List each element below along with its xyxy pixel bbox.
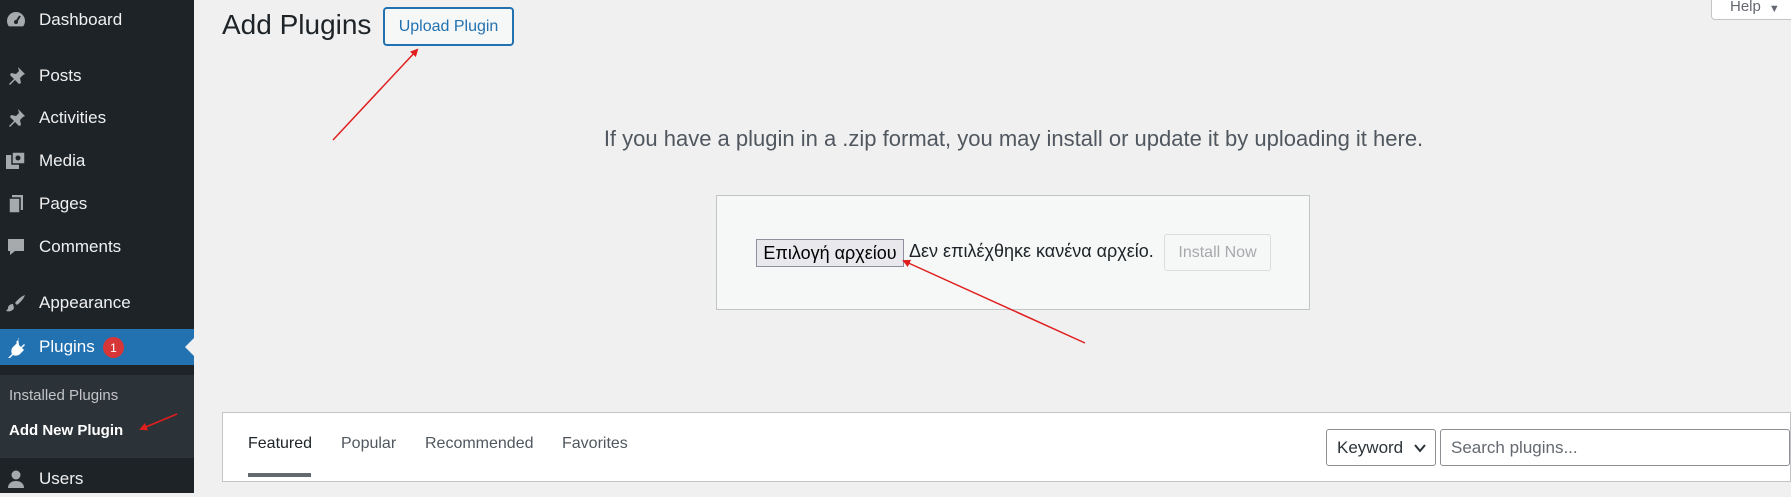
- menu-item-users[interactable]: Users: [0, 461, 194, 497]
- menu-label: Activities: [39, 108, 107, 127]
- chevron-down-icon: [1413, 440, 1427, 460]
- upload-plugin-form: Επιλογή αρχείου Δεν επιλέχθηκε κανένα αρ…: [716, 195, 1310, 310]
- menu-label: Posts: [39, 66, 82, 85]
- active-tab-indicator: [248, 473, 311, 477]
- pin-icon: [4, 65, 28, 87]
- menu-item-posts[interactable]: Posts: [0, 58, 194, 94]
- submenu-add-new-plugin[interactable]: Add New Plugin: [9, 422, 123, 439]
- menu-label: Comments: [39, 237, 122, 256]
- menu-label: Media: [39, 151, 86, 170]
- plugin-filter-bar: Featured Popular Recommended Favorites K…: [222, 412, 1791, 482]
- users-icon: [4, 468, 28, 490]
- menu-item-pages[interactable]: Pages: [0, 186, 194, 222]
- upload-plugin-button[interactable]: Upload Plugin: [383, 7, 514, 46]
- menu-label: Appearance: [39, 293, 131, 312]
- update-count-badge: 1: [103, 337, 124, 358]
- menu-item-dashboard[interactable]: Dashboard: [0, 2, 194, 38]
- media-icon: [4, 150, 28, 172]
- menu-label: Dashboard: [39, 10, 123, 29]
- menu-label: Pages: [39, 194, 88, 213]
- active-menu-arrow: [185, 338, 194, 356]
- search-plugins-input[interactable]: [1440, 429, 1790, 466]
- help-tab-label: Help: [1730, 0, 1761, 15]
- menu-item-appearance[interactable]: Appearance: [0, 285, 194, 321]
- search-type-value: Keyword: [1337, 437, 1404, 457]
- chevron-down-icon: ▼: [1768, 3, 1780, 15]
- help-tab[interactable]: Help ▼: [1711, 0, 1791, 20]
- dashboard-icon: [4, 9, 28, 31]
- install-now-button[interactable]: Install Now: [1164, 234, 1271, 271]
- admin-sidebar: Dashboard Posts Activities Media Pages C…: [0, 0, 194, 493]
- no-file-chosen-text: Δεν επιλέχθηκε κανένα αρχείο.: [909, 241, 1154, 261]
- page-title: Add Plugins: [222, 9, 372, 40]
- tab-favorites[interactable]: Favorites: [562, 435, 628, 453]
- comments-icon: [4, 236, 28, 258]
- plugins-icon: [4, 336, 28, 358]
- plugins-submenu: Installed Plugins Add New Plugin: [0, 375, 194, 458]
- menu-item-plugins[interactable]: Plugins 1: [0, 329, 194, 365]
- search-type-select[interactable]: Keyword: [1326, 429, 1436, 466]
- tab-popular[interactable]: Popular: [341, 435, 396, 453]
- upload-instructions: If you have a plugin in a .zip format, y…: [603, 126, 1424, 151]
- menu-label: Plugins: [39, 337, 95, 356]
- paintbrush-icon: [4, 292, 28, 314]
- choose-file-button[interactable]: Επιλογή αρχείου: [756, 239, 904, 267]
- menu-label: Users: [39, 469, 84, 488]
- submenu-installed-plugins[interactable]: Installed Plugins: [9, 387, 118, 404]
- tab-recommended[interactable]: Recommended: [425, 435, 534, 453]
- tab-featured[interactable]: Featured: [248, 435, 312, 453]
- menu-item-comments[interactable]: Comments: [0, 229, 194, 265]
- pages-icon: [4, 193, 28, 215]
